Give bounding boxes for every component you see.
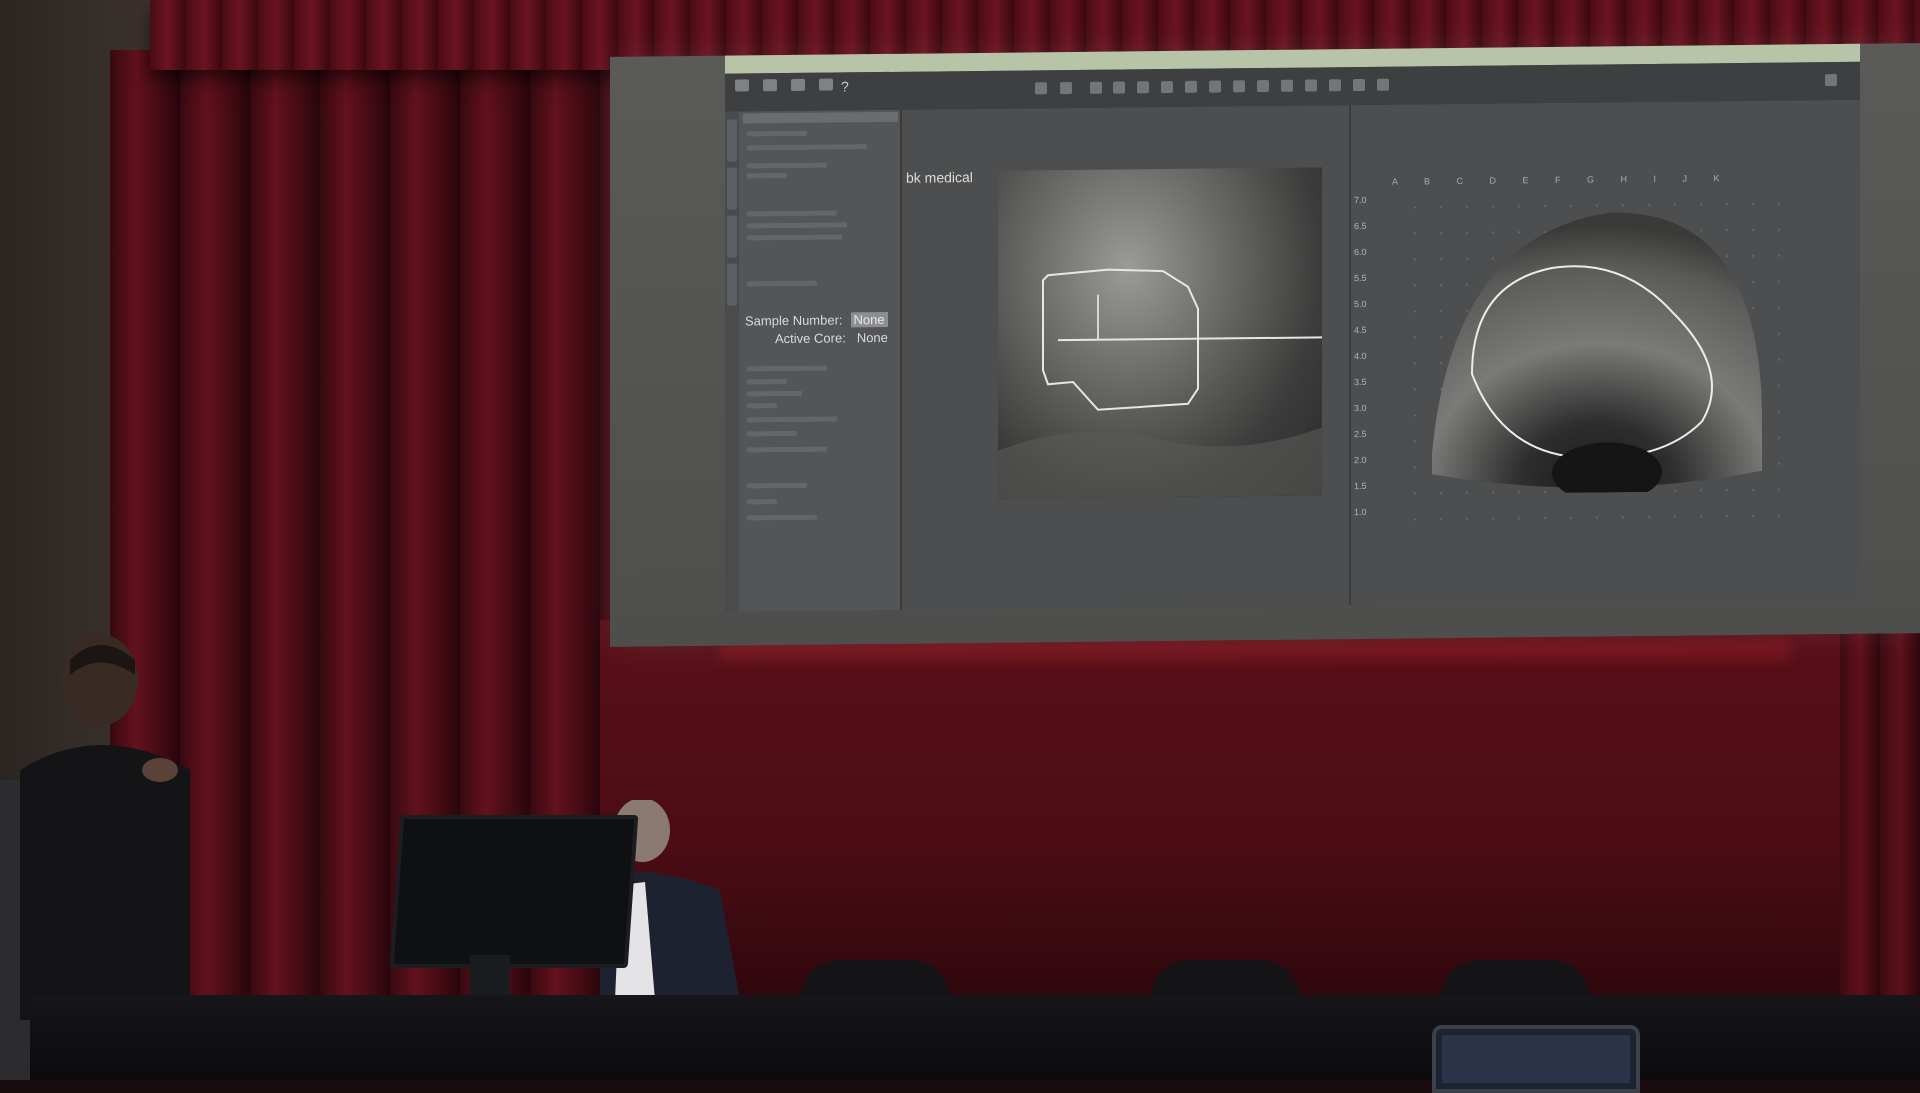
toolbar-button[interactable] — [785, 78, 811, 105]
study-icon — [763, 79, 777, 92]
panel-text — [747, 173, 787, 179]
side-tab[interactable] — [727, 263, 737, 306]
active-core-value: None — [856, 329, 888, 346]
panel-text — [747, 430, 797, 437]
panel-text — [747, 482, 807, 489]
depth-tick: 1.5 — [1354, 480, 1367, 492]
lecture-hall: ? Sample Number: None Active Core: None … — [0, 0, 1920, 1093]
depth-tick: 6.0 — [1354, 246, 1367, 258]
side-tab[interactable] — [727, 119, 737, 162]
sample-number-value: None — [850, 311, 888, 328]
side-tab[interactable] — [727, 215, 737, 258]
depth-tick: 6.5 — [1354, 220, 1367, 232]
layout-icon[interactable] — [1281, 79, 1293, 92]
plan-icon — [791, 78, 805, 91]
projection-screen: ? Sample Number: None Active Core: None … — [610, 43, 1920, 647]
panel-text — [747, 365, 827, 372]
panel-header — [743, 111, 898, 124]
panel-text — [747, 390, 802, 397]
transverse-overlay — [1432, 212, 1762, 495]
ruler-icon[interactable] — [1377, 78, 1389, 91]
depth-tick: 7.0 — [1354, 194, 1367, 206]
tissue-shadow — [998, 427, 1322, 499]
depth-tick: 5.5 — [1354, 272, 1367, 284]
settings-icon — [819, 78, 833, 91]
snapshot-icon[interactable] — [1353, 78, 1365, 92]
panel-text — [747, 144, 867, 151]
depth-tick: 1.0 — [1354, 506, 1367, 518]
presenter — [0, 620, 200, 1020]
grid-icon[interactable] — [1257, 79, 1269, 93]
biopsy-sidebar: Sample Number: None Active Core: None — [725, 109, 902, 612]
panel-text — [747, 499, 777, 505]
select-icon[interactable] — [1090, 81, 1102, 94]
depth-tick: 4.0 — [1354, 350, 1367, 362]
transverse-ultrasound-view[interactable] — [1432, 171, 1762, 495]
pen-icon[interactable] — [1825, 74, 1837, 87]
contour-icon[interactable] — [1113, 81, 1125, 94]
panel-text — [747, 130, 807, 137]
patient-icon — [735, 79, 749, 92]
panel-text — [747, 403, 777, 409]
sample-number-row: Sample Number: None — [745, 311, 888, 329]
zoom-icon[interactable] — [1161, 80, 1173, 94]
undo-icon[interactable] — [1035, 82, 1047, 95]
sagittal-ultrasound-view[interactable] — [998, 167, 1322, 499]
active-core-row: Active Core: None — [775, 330, 891, 346]
panel-text — [747, 210, 837, 217]
tablet-screen — [1442, 1035, 1630, 1083]
depth-tick: 2.5 — [1354, 428, 1367, 440]
vertical-tabs — [725, 111, 739, 612]
rotate-icon[interactable] — [1329, 79, 1341, 92]
panel-text — [747, 514, 817, 521]
depth-scale: 7.0 6.5 6.0 5.5 5.0 4.5 4.0 3.5 3.0 2.5 … — [1354, 195, 1378, 533]
panel-text — [747, 446, 827, 453]
depth-tick: 2.0 — [1354, 454, 1367, 466]
desk-monitor — [389, 815, 639, 968]
toolbar-button[interactable] — [813, 78, 839, 104]
depth-tick: 3.5 — [1354, 376, 1367, 388]
panel-text — [747, 222, 847, 229]
side-tab[interactable] — [727, 167, 737, 210]
active-core-label: Active Core: — [775, 330, 846, 347]
panel-text — [747, 416, 837, 423]
panel-text — [747, 280, 817, 287]
depth-tick: 4.5 — [1354, 324, 1367, 336]
monitor-stand — [470, 955, 510, 997]
redo-icon[interactable] — [1060, 82, 1072, 95]
help-button[interactable]: ? — [841, 78, 867, 104]
help-icon: ? — [841, 78, 849, 95]
vendor-logo: bk medical — [906, 169, 973, 186]
sagittal-overlay — [998, 268, 1322, 499]
measure-icon[interactable] — [1209, 80, 1221, 93]
panel-text — [747, 379, 787, 385]
contrast-icon[interactable] — [1305, 79, 1317, 92]
toolbar-button[interactable] — [757, 79, 783, 105]
depth-tick: 5.0 — [1354, 298, 1367, 310]
panel-text — [747, 162, 827, 169]
image-viewport: bk medical A B C D E F G H I J K 7.0 6.5… — [902, 99, 1860, 610]
window-level-icon[interactable] — [1185, 80, 1197, 93]
audience-tablet — [1432, 1025, 1640, 1093]
sample-number-label: Sample Number: — [745, 312, 843, 329]
pan-icon[interactable] — [1137, 81, 1149, 94]
annotate-icon[interactable] — [1233, 80, 1245, 93]
depth-tick: 3.0 — [1354, 402, 1367, 414]
presenter-figure — [20, 634, 190, 1020]
panel-text — [747, 234, 842, 241]
view-divider — [1349, 105, 1351, 606]
toolbar-button[interactable] — [729, 79, 755, 105]
